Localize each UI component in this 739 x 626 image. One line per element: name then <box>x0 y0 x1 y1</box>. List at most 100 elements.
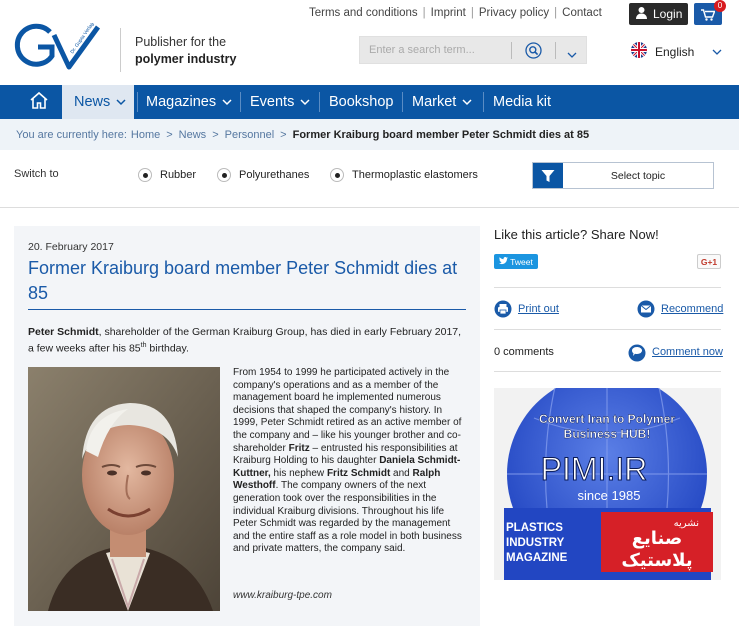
nav-separator <box>483 92 484 112</box>
breadcrumb-personnel[interactable]: Personnel <box>225 129 275 141</box>
breadcrumb-separator: > <box>212 128 219 141</box>
nav-label: News <box>74 94 111 110</box>
separator: | <box>422 7 426 19</box>
nav-market[interactable]: Market <box>412 85 472 119</box>
nav-separator <box>240 92 241 112</box>
ad-mag3: MAGAZINE <box>506 552 568 564</box>
mail-icon[interactable] <box>637 300 655 323</box>
nav-label: Events <box>250 94 295 110</box>
radio-thermoplastic-elastomers[interactable]: Thermoplastic elastomers <box>330 168 478 182</box>
radio-rubber[interactable]: Rubber <box>138 168 196 182</box>
filter-icon <box>533 163 563 188</box>
recommend-link[interactable]: Recommend <box>661 303 723 315</box>
sidebar-divider <box>494 371 721 372</box>
login-label: Login <box>653 7 683 21</box>
ad-line2: Business HUB! <box>564 427 651 441</box>
portrait-photo <box>28 367 220 611</box>
nav-media-kit[interactable]: Media kit <box>493 85 551 119</box>
radio-polyurethanes[interactable]: Polyurethanes <box>217 168 309 182</box>
tweet-label: Tweet <box>510 256 533 267</box>
tweet-button[interactable]: Tweet <box>494 254 538 269</box>
language-selector[interactable]: English <box>631 42 722 61</box>
search-input[interactable] <box>360 37 506 63</box>
breadcrumb-home[interactable]: Home <box>131 129 160 141</box>
twitter-icon <box>499 256 509 267</box>
sidebar-divider <box>494 287 721 288</box>
radio-label: Rubber <box>160 169 197 181</box>
comment-icon[interactable] <box>628 344 646 367</box>
login-button[interactable]: Login <box>629 3 688 25</box>
top-links: Terms and conditions | Imprint | Privacy p… <box>309 7 602 19</box>
radio-label: Thermoplastic elastomers <box>352 169 478 181</box>
nav-label: Media kit <box>493 94 552 110</box>
comment-now-link[interactable]: Comment now <box>652 346 723 358</box>
tagline-line2: polymer industry <box>135 52 237 66</box>
divider <box>0 207 739 208</box>
cart-count-badge: 0 <box>714 0 726 12</box>
body-bold: Fritz Schmidt <box>326 467 391 479</box>
share-title: Like this article? Share Now! <box>494 227 659 242</box>
nav-magazines[interactable]: Magazines <box>146 85 232 119</box>
chevron-down-icon <box>712 45 722 59</box>
switch-label: Switch to <box>14 168 59 180</box>
contact-link[interactable]: Contact <box>562 7 602 19</box>
chevron-down-icon <box>462 94 472 110</box>
ad-persian3: پلاستیک <box>621 550 692 571</box>
ad-brand: PIMI.IR <box>541 451 648 487</box>
cart-icon <box>701 8 716 26</box>
chevron-down-icon[interactable] <box>567 46 577 64</box>
privacy-link[interactable]: Privacy policy <box>479 7 549 19</box>
search-box <box>359 36 587 64</box>
breadcrumb-prefix: You are currently here: <box>16 128 127 141</box>
chevron-down-icon <box>300 94 310 110</box>
nav-events[interactable]: Events <box>250 85 310 119</box>
select-topic-label: Select topic <box>610 169 666 182</box>
separator: | <box>554 7 558 19</box>
home-button[interactable] <box>22 85 56 119</box>
language-label: English <box>655 44 695 59</box>
article-source: www.kraiburg-tpe.com <box>233 590 332 601</box>
uk-flag-icon <box>631 42 647 61</box>
nav-separator <box>319 92 320 112</box>
site-tagline: Publisher for the polymer industry <box>135 34 236 68</box>
article-body: From 1954 to 1999 he participated active… <box>233 367 469 556</box>
sidebar-divider <box>494 329 721 330</box>
radio-dot <box>330 168 344 182</box>
printer-icon[interactable] <box>494 300 512 323</box>
article-date: 20. February 2017 <box>28 241 114 253</box>
imprint-link[interactable]: Imprint <box>431 7 466 19</box>
search-icon[interactable] <box>525 42 542 64</box>
body-text: . The company owners of the next generat… <box>233 480 462 555</box>
search-divider <box>511 42 512 59</box>
radio-label: Polyurethanes <box>239 169 310 181</box>
nav-separator <box>137 92 138 112</box>
breadcrumb-news[interactable]: News <box>179 129 207 141</box>
body-text: From 1954 to 1999 he participated active… <box>233 367 462 454</box>
lead-text: birthday. <box>146 342 189 355</box>
terms-link[interactable]: Terms and conditions <box>309 7 418 19</box>
pimi-advertisement[interactable]: Convert Iran to Polymer Business HUB! PI… <box>494 388 721 580</box>
nav-label: Magazines <box>146 94 217 110</box>
ad-line1: Convert Iran to Polymer <box>539 412 675 426</box>
body-bold: Fritz <box>288 442 310 454</box>
nav-bookshop[interactable]: Bookshop <box>329 85 394 119</box>
body-text: his nephew <box>270 467 327 479</box>
ad-mag1: PLASTICS <box>506 522 563 534</box>
select-topic-button[interactable]: Select topic <box>532 162 714 189</box>
separator: | <box>470 7 474 19</box>
body-text: and <box>390 467 413 479</box>
breadcrumb: You are currently here: Home > News > Pe… <box>0 119 739 150</box>
nav-label: Market <box>412 94 457 110</box>
main-nav: News Magazines Events Bookshop Market Me… <box>0 85 739 119</box>
cart-button[interactable]: 0 <box>694 0 726 26</box>
comments-count: 0 comments <box>494 346 554 358</box>
google-plus-button[interactable]: G+1 <box>697 254 721 269</box>
logo-divider <box>120 28 121 72</box>
nav-news[interactable]: News <box>62 85 134 119</box>
chevron-down-icon <box>116 94 126 110</box>
site-logo[interactable]: Dr. Gupta Verlag <box>14 21 102 71</box>
title-rule <box>28 309 466 310</box>
user-icon <box>635 6 648 22</box>
print-out-link[interactable]: Print out <box>518 303 559 315</box>
radio-dot <box>217 168 231 182</box>
